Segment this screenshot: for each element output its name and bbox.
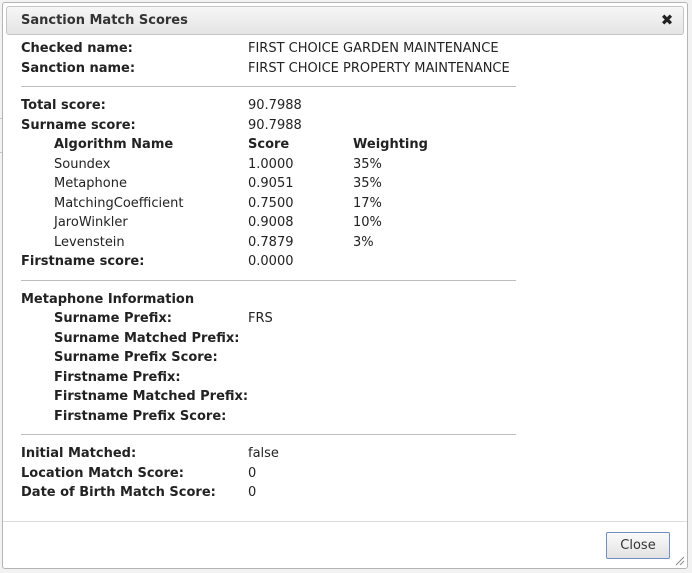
dialog-title: Sanction Match Scores [21, 13, 188, 28]
surname-score-row: Surname score: 90.7988 [21, 116, 521, 136]
firstname-score-row: Firstname score: 0.0000 [21, 252, 521, 272]
divider [21, 86, 516, 87]
firstname-score-value: 0.0000 [248, 254, 294, 269]
location-match-row: Location Match Score: 0 [21, 464, 521, 484]
algorithm-score: 0.7500 [248, 195, 294, 211]
algorithm-weighting: 17% [353, 195, 382, 211]
algorithm-table-header: Algorithm Name Score Weighting [21, 135, 521, 155]
surname-score-value: 90.7988 [248, 117, 302, 133]
algorithm-weighting: 35% [353, 176, 382, 191]
metaphone-heading: Metaphone Information [21, 291, 195, 307]
algorithm-name: MatchingCoefficient [54, 195, 184, 211]
firstname-matched-prefix-label: Firstname Matched Prefix: [54, 389, 249, 404]
surname-prefix-score-label: Surname Prefix Score: [54, 350, 218, 365]
total-score-label: Total score: [21, 98, 106, 113]
sanction-match-dialog: Sanction Match Scores ✖ Checked name: FI… [2, 2, 688, 569]
total-score-value: 90.7988 [248, 98, 302, 113]
algorithm-name-header: Algorithm Name [54, 137, 174, 152]
initial-matched-row: Initial Matched: false [21, 444, 521, 464]
sanction-name-label: Sanction name: [21, 60, 136, 76]
dialog-titlebar[interactable]: Sanction Match Scores ✖ [6, 6, 684, 35]
algorithm-score: 0.9051 [248, 176, 294, 191]
metaphone-row: Firstname Prefix Score: [21, 407, 521, 427]
table-row: Soundex 1.0000 35% [21, 155, 521, 175]
firstname-prefix-score-label: Firstname Prefix Score: [54, 408, 227, 424]
algorithm-score: 0.7879 [248, 234, 294, 250]
resize-grip-icon[interactable] [673, 554, 685, 566]
algorithm-name: Levenstein [54, 234, 125, 250]
score-header: Score [248, 137, 290, 152]
table-row: Metaphone 0.9051 35% [21, 174, 521, 194]
initial-matched-label: Initial Matched: [21, 446, 137, 461]
algorithm-weighting: 3% [353, 234, 374, 250]
dob-match-value: 0 [248, 485, 257, 500]
location-match-value: 0 [248, 465, 257, 481]
algorithm-name: JaroWinkler [54, 215, 128, 230]
metaphone-row: Surname Prefix: FRS [21, 309, 521, 329]
surname-matched-prefix-label: Surname Matched Prefix: [54, 330, 240, 346]
metaphone-row: Surname Matched Prefix: [21, 329, 521, 349]
divider [21, 434, 516, 435]
dob-match-label: Date of Birth Match Score: [21, 485, 216, 500]
total-score-row: Total score: 90.7988 [21, 96, 521, 116]
checked-name-label: Checked name: [21, 41, 133, 56]
initial-matched-value: false [248, 446, 279, 461]
dob-match-row: Date of Birth Match Score: 0 [21, 483, 521, 503]
metaphone-row: Surname Prefix Score: [21, 348, 521, 368]
firstname-prefix-label: Firstname Prefix: [54, 369, 181, 385]
metaphone-row: Firstname Prefix: [21, 368, 521, 388]
surname-score-label: Surname score: [21, 117, 136, 133]
location-match-label: Location Match Score: [21, 465, 184, 481]
algorithm-weighting: 10% [353, 215, 382, 230]
table-row: MatchingCoefficient 0.7500 17% [21, 194, 521, 214]
sanction-name-row: Sanction name: FIRST CHOICE PROPERTY MAI… [21, 59, 521, 79]
firstname-score-label: Firstname score: [21, 254, 145, 269]
sanction-name-value: FIRST CHOICE PROPERTY MAINTENANCE [248, 60, 510, 76]
dialog-footer-divider [3, 521, 687, 522]
dialog-content: Checked name: FIRST CHOICE GARDEN MAINTE… [21, 39, 521, 503]
table-row: Levenstein 0.7879 3% [21, 233, 521, 253]
checked-name-row: Checked name: FIRST CHOICE GARDEN MAINTE… [21, 39, 521, 59]
surname-prefix-label: Surname Prefix: [54, 311, 172, 326]
weighting-header: Weighting [353, 137, 428, 152]
algorithm-score: 0.9008 [248, 215, 294, 230]
algorithm-weighting: 35% [353, 156, 382, 172]
divider [21, 279, 516, 281]
algorithm-name: Soundex [54, 156, 111, 172]
surname-prefix-value: FRS [248, 311, 273, 326]
metaphone-heading-row: Metaphone Information [21, 290, 521, 310]
close-button[interactable]: Close [606, 532, 670, 559]
metaphone-row: Firstname Matched Prefix: [21, 387, 521, 407]
algorithm-name: Metaphone [54, 176, 127, 191]
checked-name-value: FIRST CHOICE GARDEN MAINTENANCE [248, 41, 499, 56]
table-row: JaroWinkler 0.9008 10% [21, 213, 521, 233]
algorithm-score: 1.0000 [248, 156, 294, 172]
close-icon[interactable]: ✖ [659, 11, 675, 29]
